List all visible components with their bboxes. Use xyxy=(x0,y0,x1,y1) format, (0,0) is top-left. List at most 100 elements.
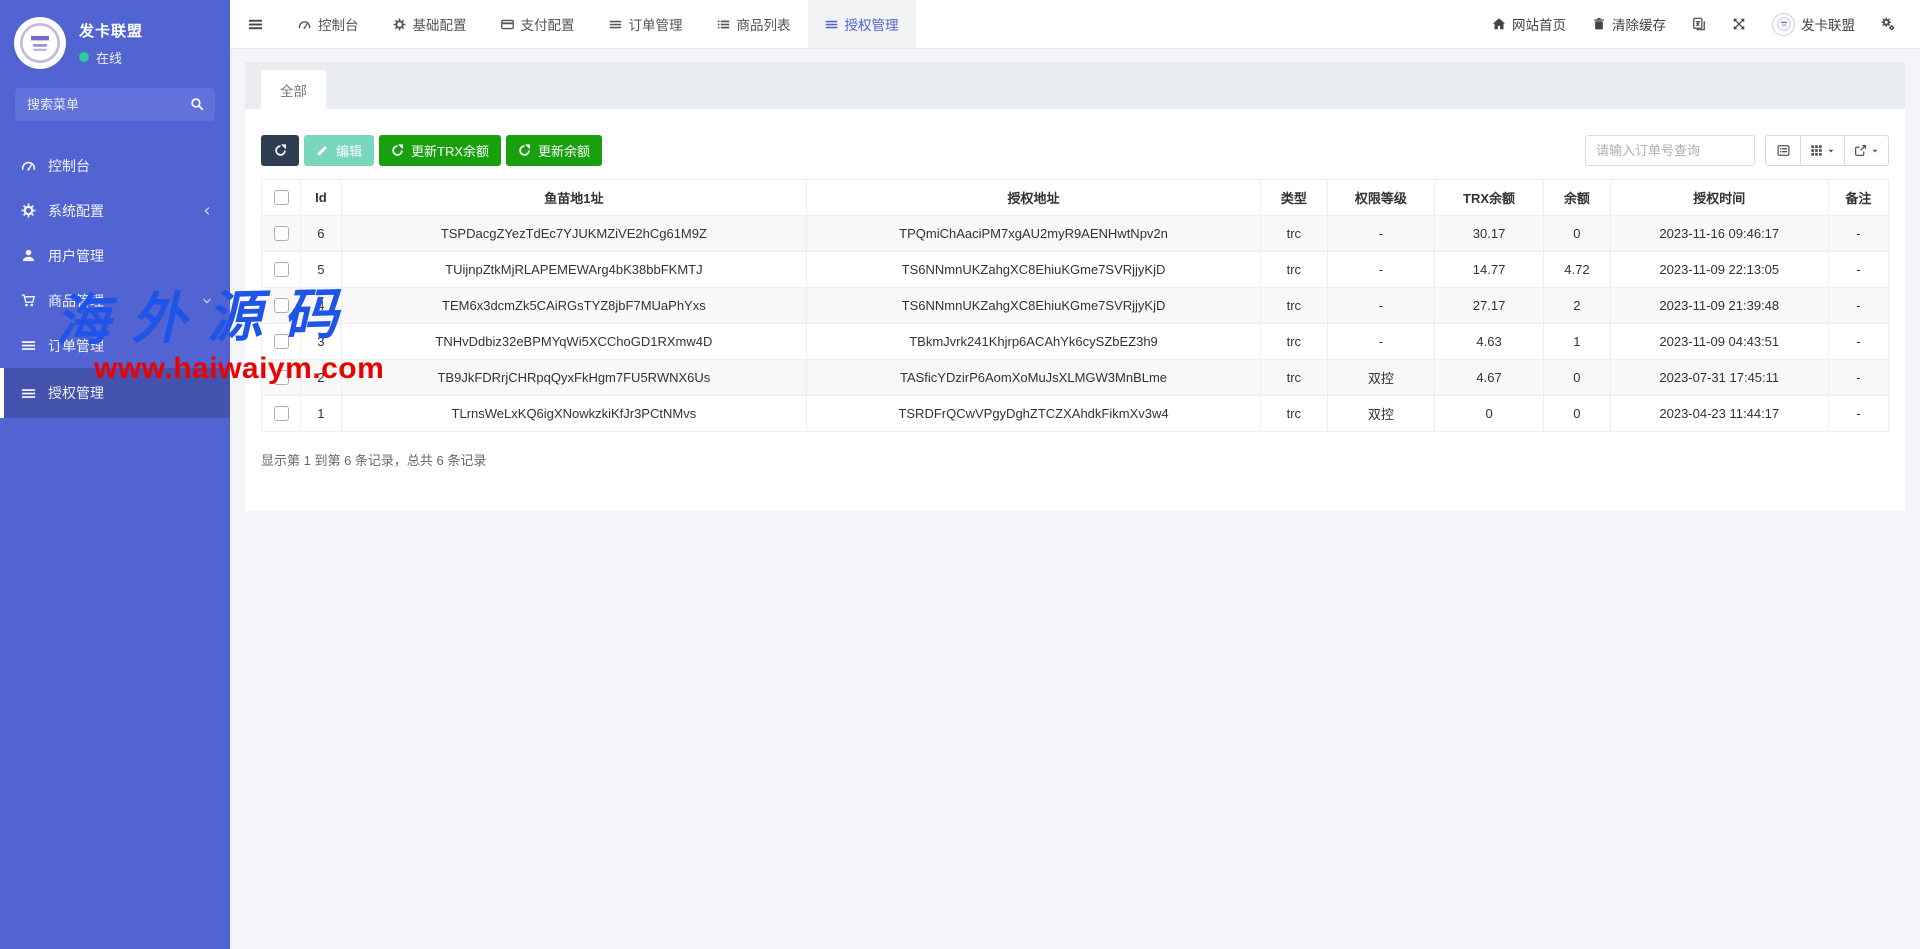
tab-all[interactable]: 全部 xyxy=(261,70,326,109)
top-navbar: 控制台基础配置支付配置订单管理 商品列表授权管理 网站首页 清除缓存 发卡联盟 xyxy=(230,0,1920,49)
table-cell: 2 xyxy=(301,360,342,396)
panel-tabstrip: 全部 xyxy=(245,62,1905,109)
nav-tab-order-management[interactable]: 订单管理 xyxy=(592,0,700,48)
column-header[interactable]: 余额 xyxy=(1544,180,1611,216)
sidebar: 发卡联盟 在线 控制台系统配置用户管理商品管理订单管理授权管理 xyxy=(0,0,230,949)
home-link[interactable]: 网站首页 xyxy=(1479,0,1579,48)
nav-tab-product-list[interactable]: 商品列表 xyxy=(700,0,808,48)
home-link-label: 网站首页 xyxy=(1512,14,1566,34)
table-cell: - xyxy=(1327,252,1434,288)
column-header[interactable]: Id xyxy=(301,180,342,216)
table-cell: 5 xyxy=(301,252,342,288)
row-checkbox[interactable] xyxy=(274,262,289,277)
sidebar-item-user-management[interactable]: 用户管理 xyxy=(0,233,230,278)
column-header[interactable]: TRX余额 xyxy=(1435,180,1544,216)
row-checkbox[interactable] xyxy=(274,406,289,421)
row-checkbox[interactable] xyxy=(274,370,289,385)
table-cell: - xyxy=(1828,396,1888,432)
table-cell: 4 xyxy=(301,288,342,324)
nav-tab-auth-management[interactable]: 授权管理 xyxy=(808,0,916,48)
sidebar-item-label: 商品管理 xyxy=(48,291,190,311)
hamburger-icon[interactable] xyxy=(230,0,281,48)
sidebar-item-dashboard[interactable]: 控制台 xyxy=(0,143,230,188)
table-cell: TS6NNmnUKZahgXC8EhiuKGme7SVRjjyKjD xyxy=(807,252,1261,288)
table-row: 3TNHvDdbiz32eBPMYqWi5XCChoGD1RXmw4DTBkmJ… xyxy=(262,324,1889,360)
table-cell: - xyxy=(1828,360,1888,396)
table-cell: 0 xyxy=(1544,360,1611,396)
order-search-input[interactable] xyxy=(1585,135,1755,166)
nav-tab-payment-config[interactable]: 支付配置 xyxy=(484,0,592,48)
online-status-dot xyxy=(79,52,89,62)
select-all-checkbox[interactable] xyxy=(274,190,289,205)
table-cell: 3 xyxy=(301,324,342,360)
table-cell: TS6NNmnUKZahgXC8EhiuKGme7SVRjjyKjD xyxy=(807,288,1261,324)
table-header-row: Id鱼苗地1址授权地址类型权限等级TRX余额余额授权时间备注 xyxy=(262,180,1889,216)
row-checkbox[interactable] xyxy=(274,226,289,241)
column-header[interactable]: 备注 xyxy=(1828,180,1888,216)
table-cell: 0 xyxy=(1544,396,1611,432)
brand-title: 发卡联盟 xyxy=(79,20,143,41)
row-checkbox-cell xyxy=(262,288,301,324)
sidebar-item-order-management[interactable]: 订单管理 xyxy=(0,323,230,368)
export-icon xyxy=(1854,144,1867,157)
refresh-icon xyxy=(518,144,531,157)
table-cell: - xyxy=(1327,324,1434,360)
sidebar-search-input[interactable] xyxy=(15,88,215,121)
fullscreen-button[interactable] xyxy=(1719,0,1759,48)
caret-down-icon xyxy=(1871,147,1879,155)
nav-tab-base-config[interactable]: 基础配置 xyxy=(376,0,484,48)
update-balance-button[interactable]: 更新余额 xyxy=(506,135,602,166)
column-header[interactable]: 类型 xyxy=(1260,180,1327,216)
table-cell: 2023-11-09 22:13:05 xyxy=(1610,252,1828,288)
update-trx-balance-button[interactable]: 更新TRX余额 xyxy=(379,135,501,166)
columns-button[interactable] xyxy=(1800,135,1845,166)
column-header[interactable]: 权限等级 xyxy=(1327,180,1434,216)
search-icon[interactable] xyxy=(190,97,204,111)
table-cell: 6 xyxy=(301,216,342,252)
table-cell: 14.77 xyxy=(1435,252,1544,288)
language-button[interactable] xyxy=(1679,0,1719,48)
table-cell: TASficYDzirP6AomXoMuJsXLMGW3MnBLme xyxy=(807,360,1261,396)
brand-logo xyxy=(14,17,66,69)
settings-button[interactable] xyxy=(1868,0,1908,48)
table-cell: trc xyxy=(1260,396,1327,432)
table-cell: - xyxy=(1828,324,1888,360)
table-cell: TSRDFrQCwVPgyDghZTCZXAhdkFikmXv3w4 xyxy=(807,396,1261,432)
toggle-view-button[interactable] xyxy=(1765,135,1801,166)
table-cell: 1 xyxy=(301,396,342,432)
table-row: 2TB9JkFDRrjCHRpqQyxFkHgm7FU5RWNX6UsTASfi… xyxy=(262,360,1889,396)
table-body: 6TSPDacgZYezTdEc7YJUKMZiVE2hCg61M9ZTPQmi… xyxy=(262,216,1889,432)
user-menu[interactable]: 发卡联盟 xyxy=(1759,0,1868,48)
sidebar-item-label: 订单管理 xyxy=(48,336,212,356)
sidebar-item-product-management[interactable]: 商品管理 xyxy=(0,278,230,323)
table-cell: 4.72 xyxy=(1544,252,1611,288)
refresh-button[interactable] xyxy=(261,135,299,166)
table-cell: 2023-11-16 09:46:17 xyxy=(1610,216,1828,252)
clear-cache-label: 清除缓存 xyxy=(1612,14,1666,34)
username-label: 发卡联盟 xyxy=(1801,14,1855,34)
nav-tab-dashboard[interactable]: 控制台 xyxy=(281,0,376,48)
nav-tab-label: 控制台 xyxy=(318,14,359,34)
column-header[interactable]: 授权地址 xyxy=(807,180,1261,216)
table-cell: trc xyxy=(1260,216,1327,252)
clear-cache-link[interactable]: 清除缓存 xyxy=(1579,0,1679,48)
table-cell: 2023-04-23 11:44:17 xyxy=(1610,396,1828,432)
row-checkbox[interactable] xyxy=(274,298,289,313)
column-header[interactable]: 鱼苗地1址 xyxy=(341,180,806,216)
trash-icon xyxy=(1592,17,1606,31)
sidebar-item-label: 控制台 xyxy=(48,156,212,176)
edit-button-label: 编辑 xyxy=(336,141,362,160)
edit-button[interactable]: 编辑 xyxy=(304,135,374,166)
sidebar-item-label: 用户管理 xyxy=(48,246,212,266)
table-cell: TBkmJvrk241Khjrp6ACAhYk6cySZbEZ3h9 xyxy=(807,324,1261,360)
nav-tabs: 控制台基础配置支付配置订单管理 商品列表授权管理 xyxy=(281,0,916,48)
list-ul-icon xyxy=(717,18,730,31)
column-header[interactable]: 授权时间 xyxy=(1610,180,1828,216)
brand: 发卡联盟 在线 xyxy=(0,0,230,73)
nav-tab-label: 商品列表 xyxy=(737,14,791,34)
row-checkbox[interactable] xyxy=(274,334,289,349)
sidebar-item-system-config[interactable]: 系统配置 xyxy=(0,188,230,233)
export-button[interactable] xyxy=(1844,135,1889,166)
sidebar-item-auth-management[interactable]: 授权管理 xyxy=(0,368,230,418)
table-cell: trc xyxy=(1260,360,1327,396)
